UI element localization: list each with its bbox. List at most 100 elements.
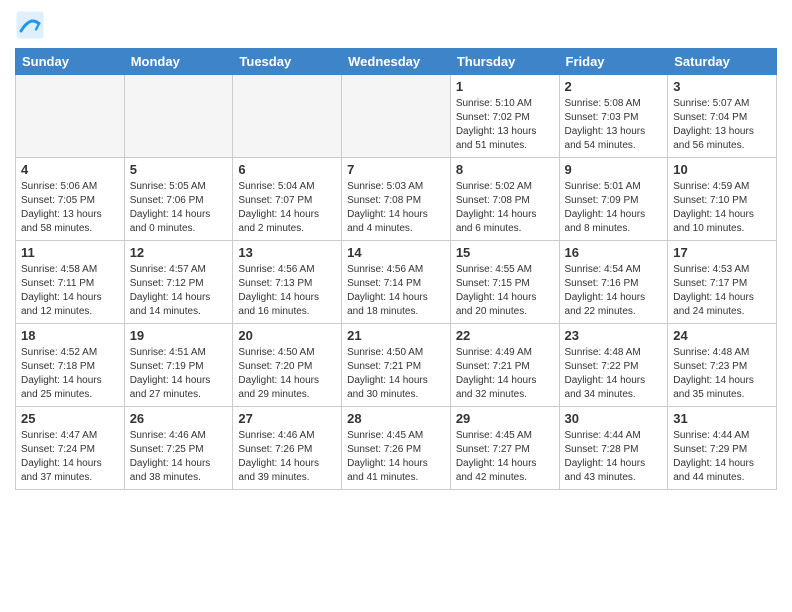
day-number: 2 <box>565 79 663 94</box>
calendar-cell: 12Sunrise: 4:57 AM Sunset: 7:12 PM Dayli… <box>124 241 233 324</box>
day-number: 22 <box>456 328 554 343</box>
day-info: Sunrise: 5:02 AM Sunset: 7:08 PM Dayligh… <box>456 180 554 236</box>
day-info: Sunrise: 4:48 AM Sunset: 7:23 PM Dayligh… <box>673 346 771 402</box>
day-info: Sunrise: 4:52 AM Sunset: 7:18 PM Dayligh… <box>21 346 119 402</box>
calendar-cell: 30 Sunrise: 4:44 AM Sunset: 7:28 PM Dayli… <box>559 407 668 490</box>
calendar-cell: 20Sunrise: 4:50 AM Sunset: 7:20 PM Dayli… <box>233 324 342 407</box>
day-number: 4 <box>21 162 119 177</box>
day-info: Sunrise: 4:56 AM Sunset: 7:13 PM Dayligh… <box>238 263 336 319</box>
calendar-cell: 3 Sunrise: 5:07 AM Sunset: 7:04 PM Daylig… <box>668 75 777 158</box>
day-info: Sunrise: 4:44 AM Sunset: 7:29 PM Dayligh… <box>673 429 771 485</box>
calendar-cell: 14 Sunrise: 4:56 AM Sunset: 7:14 PM Dayli… <box>342 241 451 324</box>
day-number: 24 <box>673 328 771 343</box>
day-info: Sunrise: 5:05 AM Sunset: 7:06 PM Dayligh… <box>130 180 228 236</box>
day-info: Sunrise: 4:58 AM Sunset: 7:11 PM Dayligh… <box>21 263 119 319</box>
day-info: Sunrise: 5:08 AM Sunset: 7:03 PM Dayligh… <box>565 97 663 153</box>
day-number: 10 <box>673 162 771 177</box>
day-info: Sunrise: 4:55 AM Sunset: 7:15 PM Dayligh… <box>456 263 554 319</box>
day-info: Sunrise: 5:01 AM Sunset: 7:09 PM Dayligh… <box>565 180 663 236</box>
day-number: 8 <box>456 162 554 177</box>
day-number: 29 <box>456 411 554 426</box>
calendar-cell: 10 Sunrise: 4:59 AM Sunset: 7:10 PM Dayli… <box>668 158 777 241</box>
day-info: Sunrise: 5:10 AM Sunset: 7:02 PM Dayligh… <box>456 97 554 153</box>
weekday-header-thursday: Thursday <box>450 49 559 75</box>
day-number: 19 <box>130 328 228 343</box>
day-number: 7 <box>347 162 445 177</box>
calendar-cell: 4 Sunrise: 5:06 AM Sunset: 7:05 PM Daylig… <box>16 158 125 241</box>
calendar-cell: 21Sunrise: 4:50 AM Sunset: 7:21 PM Dayli… <box>342 324 451 407</box>
calendar-cell: 2 Sunrise: 5:08 AM Sunset: 7:03 PM Daylig… <box>559 75 668 158</box>
day-number: 9 <box>565 162 663 177</box>
day-number: 30 <box>565 411 663 426</box>
calendar-cell <box>124 75 233 158</box>
calendar-cell: 28 Sunrise: 4:45 AM Sunset: 7:26 PM Dayli… <box>342 407 451 490</box>
calendar-cell: 24 Sunrise: 4:48 AM Sunset: 7:23 PM Dayli… <box>668 324 777 407</box>
page-header <box>15 10 777 40</box>
calendar-cell: 31 Sunrise: 4:44 AM Sunset: 7:29 PM Dayli… <box>668 407 777 490</box>
calendar-table: SundayMondayTuesdayWednesdayThursdayFrid… <box>15 48 777 490</box>
day-number: 27 <box>238 411 336 426</box>
calendar-cell: 23Sunrise: 4:48 AM Sunset: 7:22 PM Dayli… <box>559 324 668 407</box>
day-number: 25 <box>21 411 119 426</box>
calendar-week-2: 11Sunrise: 4:58 AM Sunset: 7:11 PM Dayli… <box>16 241 777 324</box>
day-info: Sunrise: 4:45 AM Sunset: 7:27 PM Dayligh… <box>456 429 554 485</box>
weekday-header-row: SundayMondayTuesdayWednesdayThursdayFrid… <box>16 49 777 75</box>
day-number: 3 <box>673 79 771 94</box>
calendar-cell: 8 Sunrise: 5:02 AM Sunset: 7:08 PM Daylig… <box>450 158 559 241</box>
weekday-header-tuesday: Tuesday <box>233 49 342 75</box>
day-info: Sunrise: 4:57 AM Sunset: 7:12 PM Dayligh… <box>130 263 228 319</box>
calendar-week-0: 1 Sunrise: 5:10 AM Sunset: 7:02 PM Daylig… <box>16 75 777 158</box>
day-info: Sunrise: 5:04 AM Sunset: 7:07 PM Dayligh… <box>238 180 336 236</box>
day-number: 23 <box>565 328 663 343</box>
calendar-cell: 11Sunrise: 4:58 AM Sunset: 7:11 PM Dayli… <box>16 241 125 324</box>
day-number: 17 <box>673 245 771 260</box>
day-info: Sunrise: 4:44 AM Sunset: 7:28 PM Dayligh… <box>565 429 663 485</box>
day-info: Sunrise: 5:07 AM Sunset: 7:04 PM Dayligh… <box>673 97 771 153</box>
logo <box>15 10 49 40</box>
calendar-week-3: 18Sunrise: 4:52 AM Sunset: 7:18 PM Dayli… <box>16 324 777 407</box>
calendar-cell: 25 Sunrise: 4:47 AM Sunset: 7:24 PM Dayli… <box>16 407 125 490</box>
calendar-cell: 18Sunrise: 4:52 AM Sunset: 7:18 PM Dayli… <box>16 324 125 407</box>
calendar-cell <box>16 75 125 158</box>
weekday-header-friday: Friday <box>559 49 668 75</box>
day-info: Sunrise: 4:46 AM Sunset: 7:25 PM Dayligh… <box>130 429 228 485</box>
day-number: 15 <box>456 245 554 260</box>
calendar-cell <box>342 75 451 158</box>
day-number: 6 <box>238 162 336 177</box>
calendar-week-4: 25 Sunrise: 4:47 AM Sunset: 7:24 PM Dayli… <box>16 407 777 490</box>
day-info: Sunrise: 4:59 AM Sunset: 7:10 PM Dayligh… <box>673 180 771 236</box>
day-info: Sunrise: 4:49 AM Sunset: 7:21 PM Dayligh… <box>456 346 554 402</box>
day-number: 14 <box>347 245 445 260</box>
day-info: Sunrise: 4:56 AM Sunset: 7:14 PM Dayligh… <box>347 263 445 319</box>
day-info: Sunrise: 4:53 AM Sunset: 7:17 PM Dayligh… <box>673 263 771 319</box>
weekday-header-wednesday: Wednesday <box>342 49 451 75</box>
weekday-header-sunday: Sunday <box>16 49 125 75</box>
calendar-cell: 16Sunrise: 4:54 AM Sunset: 7:16 PM Dayli… <box>559 241 668 324</box>
calendar-cell <box>233 75 342 158</box>
day-number: 5 <box>130 162 228 177</box>
page-container: SundayMondayTuesdayWednesdayThursdayFrid… <box>0 0 792 495</box>
weekday-header-monday: Monday <box>124 49 233 75</box>
calendar-cell: 17 Sunrise: 4:53 AM Sunset: 7:17 PM Dayli… <box>668 241 777 324</box>
calendar-cell: 9 Sunrise: 5:01 AM Sunset: 7:09 PM Daylig… <box>559 158 668 241</box>
day-number: 13 <box>238 245 336 260</box>
day-info: Sunrise: 4:50 AM Sunset: 7:21 PM Dayligh… <box>347 346 445 402</box>
calendar-cell: 19Sunrise: 4:51 AM Sunset: 7:19 PM Dayli… <box>124 324 233 407</box>
logo-icon <box>15 10 45 40</box>
day-info: Sunrise: 5:06 AM Sunset: 7:05 PM Dayligh… <box>21 180 119 236</box>
calendar-cell: 1 Sunrise: 5:10 AM Sunset: 7:02 PM Daylig… <box>450 75 559 158</box>
day-info: Sunrise: 5:03 AM Sunset: 7:08 PM Dayligh… <box>347 180 445 236</box>
calendar-cell: 5 Sunrise: 5:05 AM Sunset: 7:06 PM Daylig… <box>124 158 233 241</box>
calendar-cell: 13 Sunrise: 4:56 AM Sunset: 7:13 PM Dayli… <box>233 241 342 324</box>
day-number: 31 <box>673 411 771 426</box>
day-info: Sunrise: 4:45 AM Sunset: 7:26 PM Dayligh… <box>347 429 445 485</box>
calendar-week-1: 4 Sunrise: 5:06 AM Sunset: 7:05 PM Daylig… <box>16 158 777 241</box>
calendar-cell: 15 Sunrise: 4:55 AM Sunset: 7:15 PM Dayli… <box>450 241 559 324</box>
day-number: 28 <box>347 411 445 426</box>
day-info: Sunrise: 4:46 AM Sunset: 7:26 PM Dayligh… <box>238 429 336 485</box>
day-info: Sunrise: 4:47 AM Sunset: 7:24 PM Dayligh… <box>21 429 119 485</box>
day-number: 20 <box>238 328 336 343</box>
day-number: 16 <box>565 245 663 260</box>
calendar-cell: 22 Sunrise: 4:49 AM Sunset: 7:21 PM Dayli… <box>450 324 559 407</box>
day-number: 1 <box>456 79 554 94</box>
